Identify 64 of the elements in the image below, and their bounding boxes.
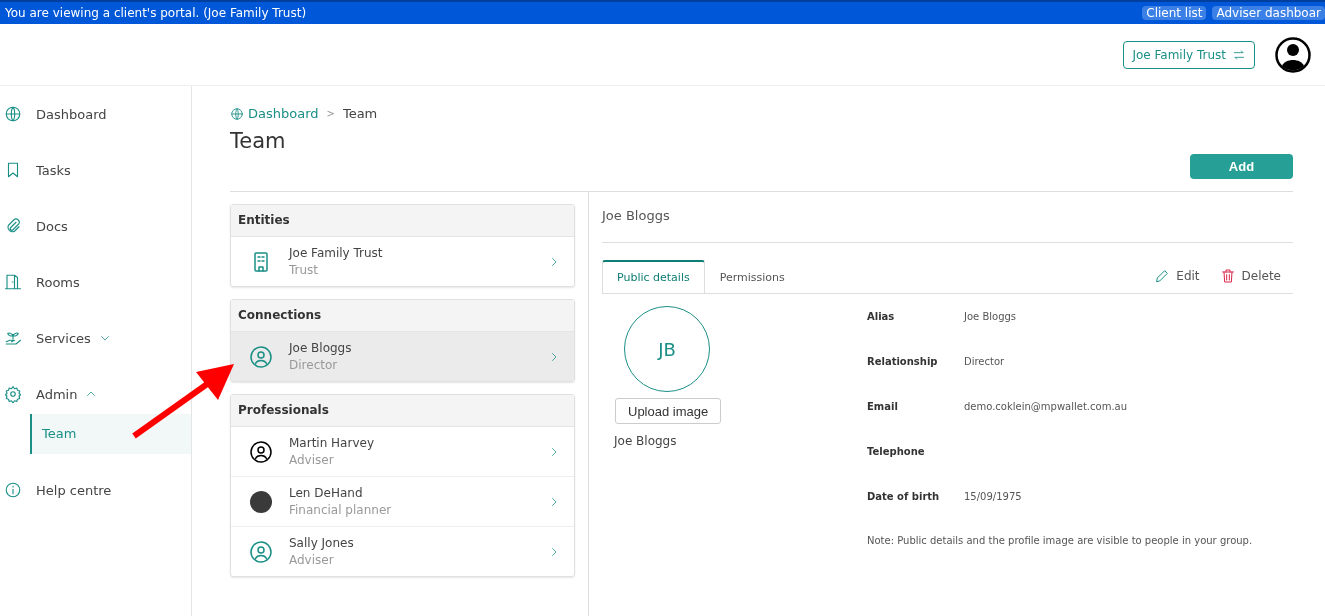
person-avatar-icon	[249, 439, 273, 464]
person-icon	[249, 539, 273, 564]
tab[interactable]: Public details	[602, 260, 705, 293]
display-name: Joe Bloggs	[614, 434, 677, 448]
field-label: Alias	[867, 310, 896, 323]
settings-icon	[4, 385, 22, 403]
person-icon	[249, 344, 273, 369]
photo-placeholder	[250, 490, 272, 513]
page-title: Team	[230, 129, 286, 153]
list-row[interactable]: Martin Harvey Adviser	[231, 427, 574, 476]
person-role: Adviser	[289, 553, 335, 567]
section-heading: Connections	[231, 300, 574, 332]
door-icon	[4, 273, 22, 291]
section-heading: Entities	[231, 205, 574, 237]
plant-hand-icon	[4, 329, 22, 347]
nav-item[interactable]: Services	[0, 310, 191, 366]
person-name: Joe Bloggs	[289, 341, 353, 355]
field-value: Joe Bloggs	[964, 310, 1017, 323]
nav-item[interactable]: Tasks	[0, 142, 191, 198]
trash-icon	[1219, 268, 1236, 284]
person-role: Adviser	[289, 453, 335, 467]
nav-sub-item[interactable]: Team	[30, 414, 191, 454]
section-heading: Professionals	[231, 395, 574, 427]
pencil-icon	[1154, 268, 1171, 284]
field-value: Director	[964, 355, 1005, 368]
field-value: 15/09/1975	[964, 490, 1022, 503]
person-name: Sally Jones	[289, 536, 355, 550]
breadcrumb-current: Team	[342, 106, 378, 121]
list-row[interactable]: Sally Jones Adviser	[231, 526, 574, 576]
banner-message: You are viewing a client's portal. (Joe Family Trust)	[5, 6, 307, 20]
breadcrumb-link[interactable]: Dashboard	[230, 106, 319, 121]
person-name: Len DeHand	[289, 486, 364, 500]
paperclip-icon	[4, 217, 22, 235]
field-label: Telephone	[867, 445, 926, 458]
banner-link[interactable]: Client list	[1142, 6, 1207, 20]
detail-name: Joe Bloggs	[602, 192, 1293, 243]
field-label: Email	[867, 400, 899, 413]
field-label: Date of birth	[867, 490, 941, 503]
note-text: Note: Public details and the profile image are visible to people in your group.	[867, 535, 1253, 546]
list-row[interactable]: Joe Family Trust Trust	[231, 237, 574, 286]
list-row[interactable]: Joe Bloggs Director	[231, 332, 574, 381]
upload-image-button[interactable]: Upload image	[615, 398, 722, 424]
breadcrumb-separator: >	[326, 108, 335, 119]
entity-switch-button[interactable]: Joe Family Trust	[1123, 40, 1255, 69]
action-link[interactable]: Delete	[1219, 259, 1281, 293]
info-icon	[4, 481, 22, 499]
nav-item[interactable]: Docs	[0, 198, 191, 254]
globe-icon	[230, 106, 244, 121]
banner-link[interactable]: Adviser dashboar	[1212, 6, 1325, 20]
nav-item[interactable]: Rooms	[0, 254, 191, 310]
person-role: Trust	[289, 263, 320, 277]
nav-item[interactable]: Dashboard	[0, 86, 191, 142]
action-link[interactable]: Edit	[1154, 259, 1200, 293]
profile-avatar-icon[interactable]	[1275, 36, 1311, 73]
field-value: demo.coklein@mpwallet.com.au	[964, 400, 1128, 413]
nav-item[interactable]: Help centre	[0, 462, 191, 518]
person-name: Martin Harvey	[289, 436, 375, 450]
globe-icon	[4, 105, 22, 123]
person-name: Joe Family Trust	[289, 246, 384, 260]
person-role: Financial planner	[289, 503, 393, 517]
list-row[interactable]: Len DeHand Financial planner	[231, 476, 574, 526]
person-role: Director	[289, 358, 339, 372]
swap-icon	[1232, 47, 1246, 62]
field-label: Relationship	[867, 355, 939, 368]
